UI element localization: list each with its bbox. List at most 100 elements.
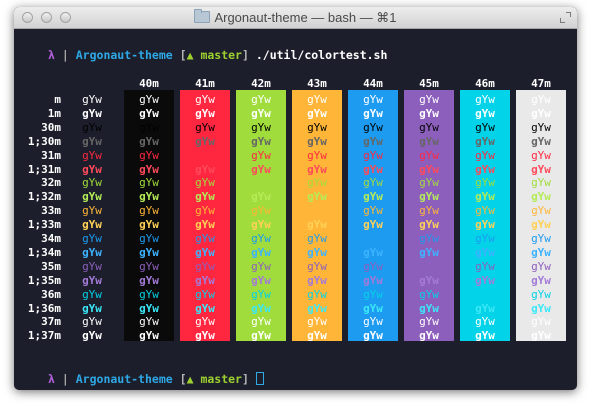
sample-cell: gYw bbox=[139, 148, 159, 162]
prompt-branch: master bbox=[200, 48, 242, 62]
sample-cell: gYw bbox=[307, 148, 327, 162]
column-header: 44m bbox=[363, 77, 383, 90]
sample-cell: gYw bbox=[82, 190, 102, 204]
sample-cell: gYw bbox=[363, 245, 383, 259]
title-bar[interactable]: Argonaut-theme — bash — ⌘1 bbox=[14, 7, 577, 29]
sample-cell: gYw bbox=[195, 134, 215, 148]
sample-cell: gYw bbox=[139, 273, 159, 287]
sample-cell: gYw bbox=[419, 301, 439, 315]
sample-cell: gYw bbox=[475, 315, 495, 329]
sample-cell: gYw bbox=[82, 273, 102, 287]
sample-cell: gYw bbox=[251, 245, 271, 259]
sample-cell: gYw bbox=[475, 273, 495, 287]
sample-cell: gYw bbox=[531, 148, 551, 162]
sample-cell: gYw bbox=[475, 329, 495, 343]
row-label: 36m bbox=[41, 287, 61, 301]
column-header: 45m bbox=[419, 77, 439, 90]
sample-cell: gYw bbox=[195, 162, 215, 176]
sample-cell: gYw bbox=[363, 106, 383, 120]
sample-cell: gYw bbox=[363, 204, 383, 218]
prompt-separator: | bbox=[61, 48, 69, 62]
sample-cell: gYw bbox=[475, 301, 495, 315]
row-label: 1;32m bbox=[27, 190, 61, 204]
sample-cell: gYw bbox=[419, 148, 439, 162]
sample-cell: gYw bbox=[531, 218, 551, 232]
column-header: 42m bbox=[251, 77, 271, 90]
prompt-separator: | bbox=[61, 372, 69, 386]
terminal-window: Argonaut-theme — bash — ⌘1 λ | Argonaut-… bbox=[14, 7, 577, 390]
sample-cell: gYw bbox=[195, 232, 215, 245]
sample-cell: gYw bbox=[82, 218, 102, 232]
window-title-area: Argonaut-theme — bash — ⌘1 bbox=[14, 7, 577, 29]
lambda-symbol: λ bbox=[48, 48, 55, 62]
sample-cell: gYw bbox=[195, 93, 215, 106]
sample-cell: gYw bbox=[531, 245, 551, 259]
sample-cell: gYw bbox=[251, 120, 271, 134]
sample-cell: gYw bbox=[251, 232, 271, 245]
sample-cell: gYw bbox=[531, 315, 551, 329]
sample-cell: gYw bbox=[139, 315, 159, 329]
sample-cell: gYw bbox=[307, 273, 327, 287]
folder-icon bbox=[194, 9, 211, 23]
row-label: 1;34m bbox=[27, 245, 61, 259]
row-label: 1m bbox=[47, 106, 61, 120]
row-label: 1;31m bbox=[27, 162, 61, 176]
input-prompt-line[interactable]: λ | Argonaut-theme [▲ master] bbox=[48, 372, 264, 386]
sample-cell: gYw bbox=[475, 245, 495, 259]
sample-cell: gYw bbox=[531, 287, 551, 301]
prompt-directory: Argonaut-theme bbox=[75, 48, 173, 62]
sample-cell: gYw bbox=[419, 273, 439, 287]
sample-cell: gYw bbox=[195, 106, 215, 120]
sample-cell: gYw bbox=[195, 218, 215, 232]
row-label: 1;36m bbox=[27, 301, 61, 315]
sample-cell: gYw bbox=[363, 218, 383, 232]
sample-cell: gYw bbox=[82, 134, 102, 148]
prompt-open-bracket: [ bbox=[179, 372, 187, 386]
sample-cell: gYw bbox=[82, 204, 102, 218]
sample-cell: gYw bbox=[531, 204, 551, 218]
window-title: Argonaut-theme — bash — ⌘1 bbox=[214, 10, 397, 25]
sample-cell: gYw bbox=[82, 232, 102, 245]
sample-cell: gYw bbox=[251, 190, 271, 204]
sample-cell: gYw bbox=[363, 329, 383, 343]
sample-cell: gYw bbox=[82, 176, 102, 190]
sample-cell: gYw bbox=[251, 134, 271, 148]
row-label: 37m bbox=[41, 315, 61, 329]
terminal-cursor[interactable] bbox=[255, 372, 264, 385]
sample-cell: gYw bbox=[307, 134, 327, 148]
sample-cell: gYw bbox=[82, 315, 102, 329]
sample-cell: gYw bbox=[363, 273, 383, 287]
sample-cell: gYw bbox=[363, 162, 383, 176]
sample-cell: gYw bbox=[139, 329, 159, 343]
fullscreen-icon[interactable] bbox=[560, 12, 571, 23]
sample-cell: gYw bbox=[363, 148, 383, 162]
sample-cell: gYw bbox=[82, 259, 102, 273]
sample-cell: gYw bbox=[82, 301, 102, 315]
sample-cell: gYw bbox=[531, 134, 551, 148]
sample-cell: gYw bbox=[363, 301, 383, 315]
sample-cell: gYw bbox=[307, 329, 327, 343]
sample-cell: gYw bbox=[195, 287, 215, 301]
sample-cell: gYw bbox=[195, 273, 215, 287]
sample-cell: gYw bbox=[195, 190, 215, 204]
sample-cell: gYw bbox=[251, 93, 271, 106]
sample-cell: gYw bbox=[475, 93, 495, 106]
sample-cell: gYw bbox=[251, 106, 271, 120]
sample-cell: gYw bbox=[419, 232, 439, 245]
row-label: 1;37m bbox=[27, 329, 61, 343]
branch-up-icon: ▲ bbox=[186, 48, 194, 62]
sample-cell: gYw bbox=[307, 315, 327, 329]
sample-cell: gYw bbox=[419, 162, 439, 176]
command-prompt-line: λ | Argonaut-theme [▲ master] ./util/col… bbox=[48, 48, 387, 62]
sample-cell: gYw bbox=[363, 93, 383, 106]
sample-cell: gYw bbox=[195, 329, 215, 343]
sample-cell: gYw bbox=[139, 218, 159, 232]
sample-cell: gYw bbox=[195, 120, 215, 134]
prompt-close-bracket: ] bbox=[241, 372, 249, 386]
sample-cell: gYw bbox=[139, 176, 159, 190]
sample-cell: gYw bbox=[475, 218, 495, 232]
sample-cell: gYw bbox=[531, 232, 551, 245]
sample-cell: gYw bbox=[475, 120, 495, 134]
branch-up-icon: ▲ bbox=[186, 372, 194, 386]
sample-cell: gYw bbox=[531, 273, 551, 287]
